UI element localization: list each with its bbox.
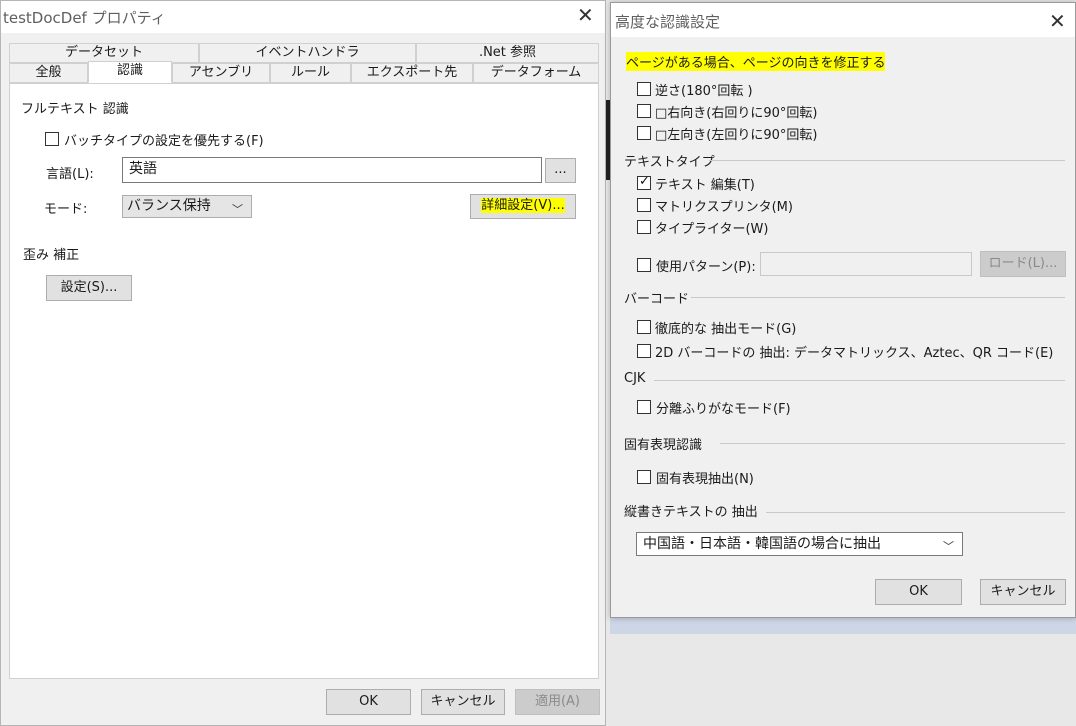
advanced-settings-button[interactable]: 詳細設定(V)... — [470, 194, 576, 219]
tab-general[interactable]: 全般 — [9, 63, 88, 83]
tab-recognition[interactable]: 認識 — [88, 61, 172, 83]
advanced-settings-label: 詳細設定(V)... — [481, 198, 565, 213]
rotate-left-label: □左向き(左回りに90°回転) — [655, 128, 818, 143]
mode-label: モード: — [44, 202, 88, 217]
fulltext-heading: フルテキスト 認識 — [21, 102, 129, 117]
ok-button[interactable]: OK — [326, 689, 411, 715]
language-browse-button[interactable]: ... — [545, 158, 576, 183]
thorough-extraction-checkbox[interactable] — [637, 320, 651, 334]
group-divider — [654, 380, 1065, 381]
cjk-heading: CJK — [624, 371, 646, 386]
barcode-heading: バーコード — [624, 292, 690, 307]
typewriter-label: タイプライター(W) — [655, 222, 769, 237]
vertical-text-value: 中国語・日本語・韓国語の場合に抽出 — [643, 536, 881, 552]
rotate-right-label: □右向き(右回りに90°回転) — [655, 106, 818, 121]
orientation-heading: ページがある場合、ページの向きを修正する — [626, 52, 886, 71]
use-pattern-label: 使用パターン(P): — [656, 260, 756, 275]
tab-data-form[interactable]: データフォーム — [473, 63, 599, 83]
batch-override-label: バッチタイプの設定を優先する(F) — [64, 134, 264, 149]
chevron-down-icon: ﹀ — [943, 540, 954, 553]
text-type-heading: テキストタイプ — [624, 155, 715, 170]
rotate-right-checkbox[interactable] — [637, 104, 651, 118]
tab-row-bottom: 全般 認識 アセンブリ ルール エクスポート先 データフォーム — [9, 61, 599, 83]
group-divider — [691, 297, 1065, 298]
cancel-button[interactable]: キャンセル — [980, 579, 1066, 605]
furigana-label: 分離ふりがなモード(F) — [656, 402, 791, 417]
group-divider — [709, 160, 1065, 161]
background-area — [610, 634, 1076, 726]
thorough-extraction-label: 徹底的な 抽出モード(G) — [655, 322, 797, 337]
tab-rules[interactable]: ルール — [270, 63, 351, 83]
ner-extract-label: 固有表現抽出(N) — [656, 472, 754, 487]
ner-heading: 固有表現認識 — [624, 438, 703, 453]
group-divider — [766, 512, 1065, 513]
titlebar: testDocDef プロパティ ✕ — [1, 1, 605, 33]
language-field[interactable]: 英語 — [122, 157, 542, 183]
tab-row-top: データセット イベントハンドラ .Net 参照 — [9, 43, 599, 63]
window-title: testDocDef プロパティ — [3, 9, 166, 27]
recognition-panel: フルテキスト 認識 バッチタイプの設定を優先する(F) 言語(L): 英語 ..… — [9, 83, 599, 679]
ok-button[interactable]: OK — [875, 579, 962, 605]
tab-assembly[interactable]: アセンブリ — [172, 63, 270, 83]
matrix-printer-checkbox[interactable] — [637, 198, 651, 212]
load-button[interactable]: ロード(L)... — [980, 251, 1066, 277]
2d-barcode-label: 2D バーコードの 抽出: データマトリックス、Aztec、QR コード(E) — [655, 346, 1054, 361]
titlebar: 高度な認識設定 ✕ — [611, 3, 1075, 37]
language-label: 言語(L): — [46, 167, 94, 182]
advanced-recognition-dialog: 高度な認識設定 ✕ ページがある場合、ページの向きを修正する 逆さ(180°回転… — [610, 2, 1076, 618]
pattern-field[interactable] — [760, 252, 972, 276]
close-icon[interactable]: ✕ — [1049, 9, 1066, 33]
text-edit-checkbox[interactable] — [637, 174, 651, 190]
mode-dropdown[interactable]: バランス保持 ﹀ — [122, 195, 252, 218]
tab-event-handler[interactable]: イベントハンドラ — [199, 43, 416, 63]
close-icon[interactable]: ✕ — [577, 3, 594, 27]
tab-net-reference[interactable]: .Net 参照 — [416, 43, 599, 63]
typewriter-checkbox[interactable] — [637, 220, 651, 234]
vertical-text-heading: 縦書きテキストの 抽出 — [624, 505, 758, 520]
background-strip — [610, 618, 1076, 634]
deskew-heading: 歪み 補正 — [23, 248, 80, 263]
ner-extract-checkbox[interactable] — [637, 470, 651, 484]
matrix-printer-label: マトリクスプリンタ(M) — [655, 200, 793, 215]
chevron-down-icon: ﹀ — [232, 203, 243, 216]
furigana-checkbox[interactable] — [637, 400, 651, 414]
2d-barcode-checkbox[interactable] — [637, 344, 651, 358]
apply-button[interactable]: 適用(A) — [515, 689, 600, 715]
batch-override-checkbox[interactable] — [45, 132, 59, 146]
group-divider — [720, 443, 1065, 444]
rotate-left-checkbox[interactable] — [637, 126, 651, 140]
window-title: 高度な認識設定 — [615, 13, 721, 31]
text-edit-label: テキスト 編集(T) — [655, 178, 755, 193]
vertical-text-dropdown[interactable]: 中国語・日本語・韓国語の場合に抽出 ﹀ — [636, 532, 963, 556]
properties-dialog: testDocDef プロパティ ✕ データセット イベントハンドラ .Net … — [0, 0, 606, 726]
upside-down-label: 逆さ(180°回転 ) — [655, 84, 753, 99]
upside-down-checkbox[interactable] — [637, 82, 651, 96]
use-pattern-checkbox[interactable] — [637, 258, 651, 272]
tab-export[interactable]: エクスポート先 — [351, 63, 473, 83]
deskew-settings-button[interactable]: 設定(S)... — [46, 275, 132, 301]
tab-dataset[interactable]: データセット — [9, 43, 199, 63]
mode-value: バランス保持 — [127, 198, 211, 214]
cancel-button[interactable]: キャンセル — [421, 689, 505, 715]
